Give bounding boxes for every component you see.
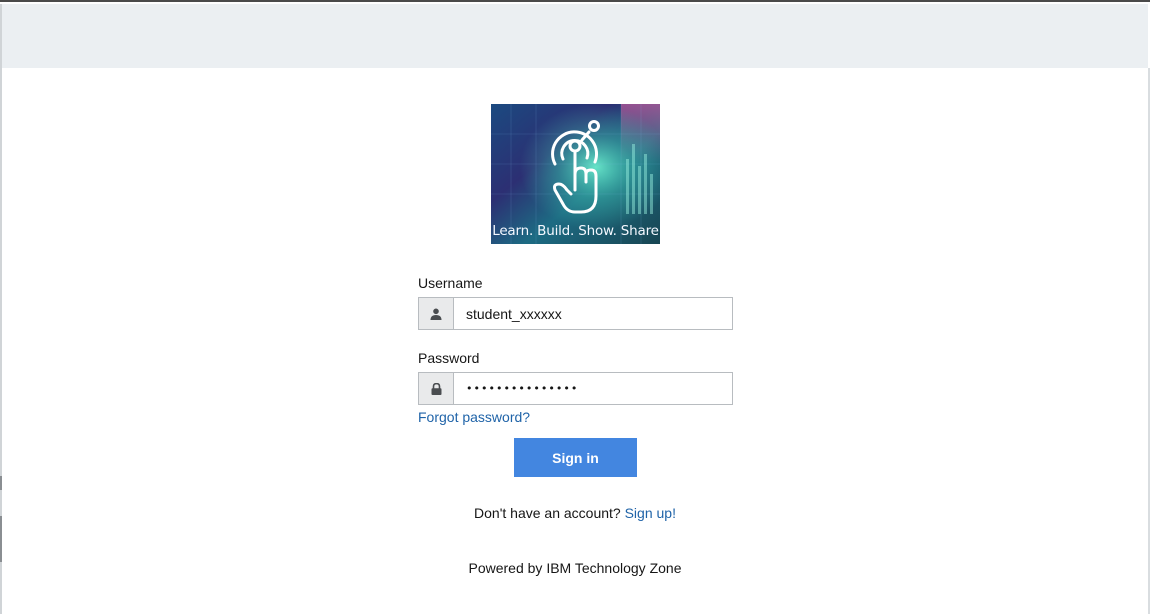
password-label: Password xyxy=(418,350,480,366)
powered-by-footer: Powered by IBM Technology Zone xyxy=(468,560,682,576)
username-input[interactable] xyxy=(453,297,733,330)
user-icon xyxy=(418,297,453,330)
signup-prompt: Don't have an account? xyxy=(474,505,621,521)
sign-in-button[interactable]: Sign in xyxy=(514,438,637,477)
logo-tagline: Learn. Build. Show. Share xyxy=(492,223,659,239)
username-group xyxy=(418,297,733,330)
brand-logo: Learn. Build. Show. Share xyxy=(491,104,660,244)
top-bar xyxy=(2,4,1148,68)
signup-line: Don't have an account? Sign up! xyxy=(0,504,1150,522)
forgot-password-link[interactable]: Forgot password? xyxy=(418,408,530,426)
lock-icon xyxy=(418,372,453,405)
login-page: Learn. Build. Show. Share Username Passw… xyxy=(0,0,1150,614)
password-input[interactable] xyxy=(453,372,733,405)
login-form: Username Password Forgot password? xyxy=(418,272,733,427)
password-group xyxy=(418,372,733,405)
sign-up-link[interactable]: Sign up! xyxy=(625,505,676,521)
window-edge-mark xyxy=(0,516,2,562)
username-label: Username xyxy=(418,275,483,291)
window-edge-mark xyxy=(0,476,2,490)
